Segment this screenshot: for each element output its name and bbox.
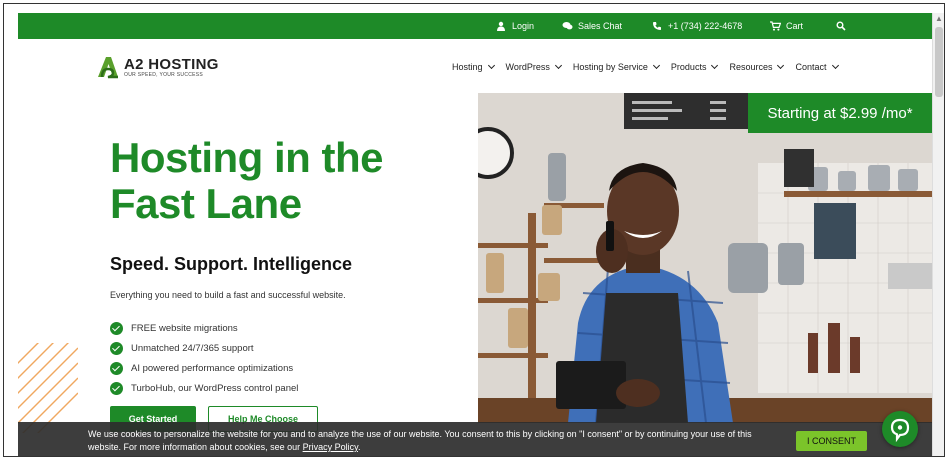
hero-description: Everything you need to build a fast and … <box>110 290 346 300</box>
page-scrollbar[interactable]: ▲ <box>932 13 944 456</box>
check-circle-icon <box>110 341 123 355</box>
cart-label: Cart <box>786 21 804 31</box>
utility-bar: Login Sales Chat +1 (734) 222-4678 Cart <box>18 13 932 39</box>
feature-item: TurboHub, our WordPress control panel <box>110 378 298 398</box>
cookie-message: We use cookies to personalize the websit… <box>88 428 768 454</box>
check-circle-icon <box>110 361 123 375</box>
i-consent-button[interactable]: I CONSENT <box>796 431 867 451</box>
phone-icon <box>652 21 662 31</box>
feature-item: FREE website migrations <box>110 318 298 338</box>
chevron-down-icon <box>554 61 562 70</box>
user-icon <box>496 21 506 31</box>
search-icon <box>836 21 846 31</box>
main-nav: Hosting WordPress Hosting by Service Pro… <box>452 59 839 75</box>
hero-title: Hosting in the Fast Lane <box>110 135 383 227</box>
logo-text: A2 HOSTING OUR SPEED, YOUR SUCCESS <box>124 57 219 78</box>
check-circle-icon <box>110 321 123 335</box>
feature-list: FREE website migrations Unmatched 24/7/3… <box>110 318 298 398</box>
scroll-up-arrow-icon[interactable]: ▲ <box>933 13 944 25</box>
nav-hosting[interactable]: Hosting <box>452 59 495 75</box>
check-circle-icon <box>110 381 123 395</box>
feature-label: TurboHub, our WordPress control panel <box>131 382 299 394</box>
feature-label: AI powered performance optimizations <box>131 362 294 374</box>
privacy-policy-link[interactable]: Privacy Policy <box>303 442 358 452</box>
chevron-down-icon <box>777 61 785 70</box>
nav-label: Products <box>670 62 707 72</box>
browser-viewport: Login Sales Chat +1 (734) 222-4678 Cart <box>3 3 945 457</box>
hero-subtitle: Speed. Support. Intelligence <box>110 254 353 274</box>
chevron-down-icon <box>487 61 495 70</box>
phone-label: +1 (734) 222-4678 <box>668 21 743 31</box>
nav-resources[interactable]: Resources <box>729 59 785 75</box>
login-link[interactable]: Login <box>496 13 534 39</box>
cart-icon <box>770 21 782 31</box>
nav-label: Hosting by Service <box>572 62 648 72</box>
phone-link[interactable]: +1 (734) 222-4678 <box>652 13 742 39</box>
cookie-text: We use cookies to personalize the websit… <box>88 429 752 452</box>
feature-item: AI powered performance optimizations <box>110 358 298 378</box>
feature-item: Unmatched 24/7/365 support <box>110 338 298 358</box>
hero-title-line2: Fast Lane <box>110 180 302 227</box>
nav-wordpress[interactable]: WordPress <box>505 59 562 75</box>
decorative-stripes <box>18 343 78 433</box>
chat-bubble-icon <box>890 418 910 443</box>
nav-label: Resources <box>729 62 773 72</box>
chat-icon <box>562 21 573 31</box>
a2-hosting-logo[interactable]: A2 HOSTING OUR SPEED, YOUR SUCCESS <box>96 53 219 81</box>
nav-label: Hosting <box>452 62 483 72</box>
cart-link[interactable]: Cart <box>770 13 803 39</box>
chevron-down-icon <box>711 61 719 70</box>
nav-contact[interactable]: Contact <box>795 59 839 75</box>
chevron-down-icon <box>831 61 839 70</box>
feature-label: Unmatched 24/7/365 support <box>131 342 254 354</box>
pricing-banner[interactable]: Starting at $2.99 /mo* <box>748 93 932 133</box>
hero-photo <box>478 93 932 423</box>
nav-label: Contact <box>795 62 827 72</box>
a2-logo-icon <box>96 55 120 79</box>
nav-products[interactable]: Products <box>670 59 719 75</box>
search-button[interactable] <box>836 13 846 39</box>
nav-label: WordPress <box>505 62 550 72</box>
sales-chat-link[interactable]: Sales Chat <box>562 13 622 39</box>
login-label: Login <box>512 21 535 31</box>
feature-label: FREE website migrations <box>131 322 238 334</box>
nav-hosting-by-service[interactable]: Hosting by Service <box>572 59 660 75</box>
scrollbar-thumb[interactable] <box>935 27 943 97</box>
website: Login Sales Chat +1 (734) 222-4678 Cart <box>18 13 932 456</box>
cookie-text-end: . <box>357 442 361 452</box>
hero-title-line1: Hosting in the <box>110 134 383 181</box>
chevron-down-icon <box>652 61 660 70</box>
cookie-consent-bar: We use cookies to personalize the websit… <box>18 422 932 456</box>
chat-widget-button[interactable] <box>882 411 918 447</box>
brand-name: A2 HOSTING <box>124 55 219 73</box>
sales-chat-label: Sales Chat <box>578 21 623 31</box>
